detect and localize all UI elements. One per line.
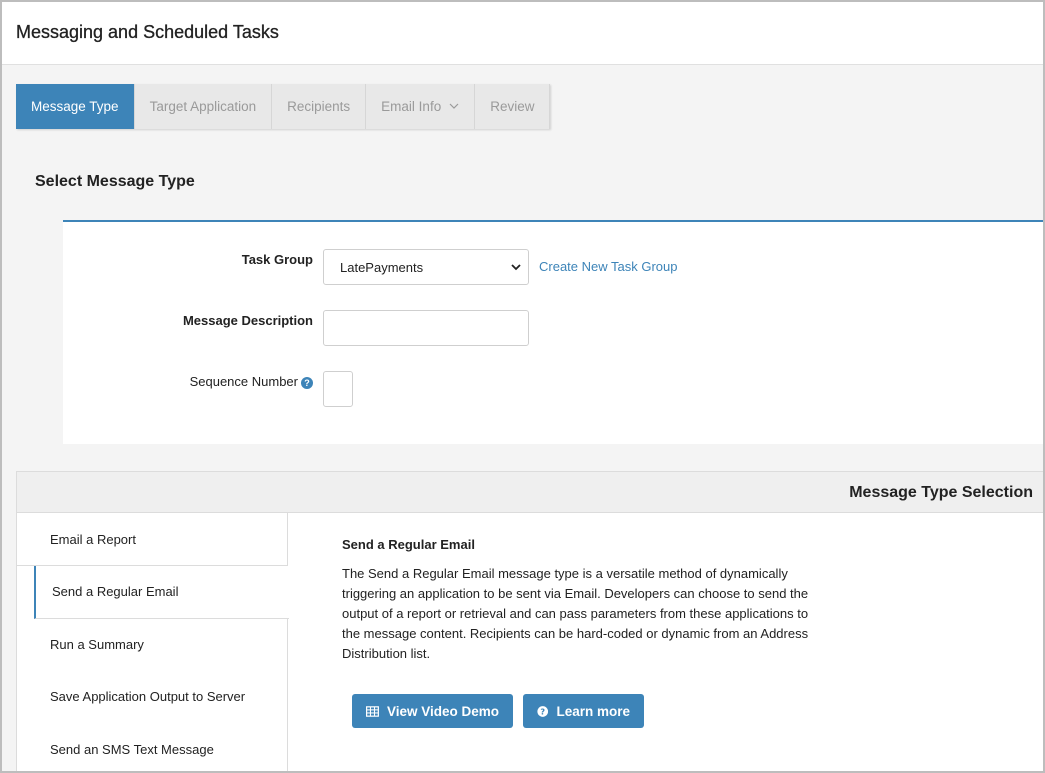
task-group-value: LatePayments <box>340 259 424 275</box>
detail-description: The Send a Regular Email message type is… <box>342 566 809 661</box>
tab-label: Recipients <box>287 99 351 114</box>
tab-review[interactable]: Review <box>475 84 551 129</box>
list-item-label: Send an SMS Text Message <box>50 741 214 757</box>
tab-email-info[interactable]: Email Info <box>366 84 476 129</box>
tab-recipients[interactable]: Recipients <box>272 84 367 129</box>
chevron-down-icon <box>511 264 521 271</box>
message-type-form: Task Group LatePayments Create New Task … <box>63 220 1043 444</box>
button-label: Learn more <box>556 703 630 719</box>
task-group-select[interactable]: LatePayments <box>323 249 529 285</box>
tab-message-type[interactable]: Message Type <box>16 84 135 129</box>
list-item-label: Email a Report <box>50 531 136 547</box>
tab-label: Email Info <box>381 99 442 114</box>
app-frame: Messaging and Scheduled Tasks Message Ty… <box>0 0 1045 773</box>
list-item-email-report[interactable]: Email a Report <box>17 513 287 566</box>
section-title: Select Message Type <box>35 173 195 190</box>
svg-text:?: ? <box>540 707 545 716</box>
message-description-label: Message Description <box>182 313 313 328</box>
question-circle-icon[interactable]: ? <box>301 377 313 389</box>
tab-label: Review <box>490 99 535 114</box>
message-description-input[interactable] <box>323 310 529 346</box>
create-task-group-link[interactable]: Create New Task Group <box>539 259 678 274</box>
page-header: Messaging and Scheduled Tasks <box>2 2 1043 65</box>
wizard-tabs: Message Type Target Application Recipien… <box>16 84 551 129</box>
list-item-save-output[interactable]: Save Application Output to Server <box>17 671 287 724</box>
list-item-label: Send a Regular Email <box>52 584 179 600</box>
table-icon <box>366 705 379 717</box>
learn-more-button[interactable]: ? Learn more <box>523 694 644 728</box>
sequence-number-label-wrap: Sequence Number? <box>190 374 313 389</box>
list-item-label: Save Application Output to Server <box>50 689 246 705</box>
detail-title: Send a Regular Email <box>342 537 475 552</box>
list-item-label: Run a Summary <box>50 636 144 652</box>
sequence-number-label: Sequence Number <box>189 374 298 389</box>
question-circle-icon: ? <box>537 705 549 717</box>
tab-label: Target Application <box>149 99 257 114</box>
panel-title: Message Type Selection <box>849 484 1033 501</box>
task-group-label: Task Group <box>241 252 313 267</box>
panel-header: Message Type Selection <box>17 472 1043 513</box>
message-type-list: Email a Report Send a Regular Email Run … <box>17 513 289 772</box>
sequence-number-input[interactable] <box>323 371 353 407</box>
tab-target-application[interactable]: Target Application <box>135 84 273 129</box>
list-item-send-sms[interactable]: Send an SMS Text Message <box>17 724 287 772</box>
tab-label: Message Type <box>31 99 119 114</box>
list-item-send-regular-email[interactable]: Send a Regular Email <box>34 566 289 619</box>
chevron-down-icon <box>449 101 459 112</box>
message-type-selection-panel: Message Type Selection Email a Report Se… <box>16 471 1043 772</box>
page-title: Messaging and Scheduled Tasks <box>16 22 279 42</box>
view-video-demo-button[interactable]: View Video Demo <box>352 694 513 728</box>
button-label: View Video Demo <box>386 703 499 719</box>
list-item-run-summary[interactable]: Run a Summary <box>17 619 287 672</box>
